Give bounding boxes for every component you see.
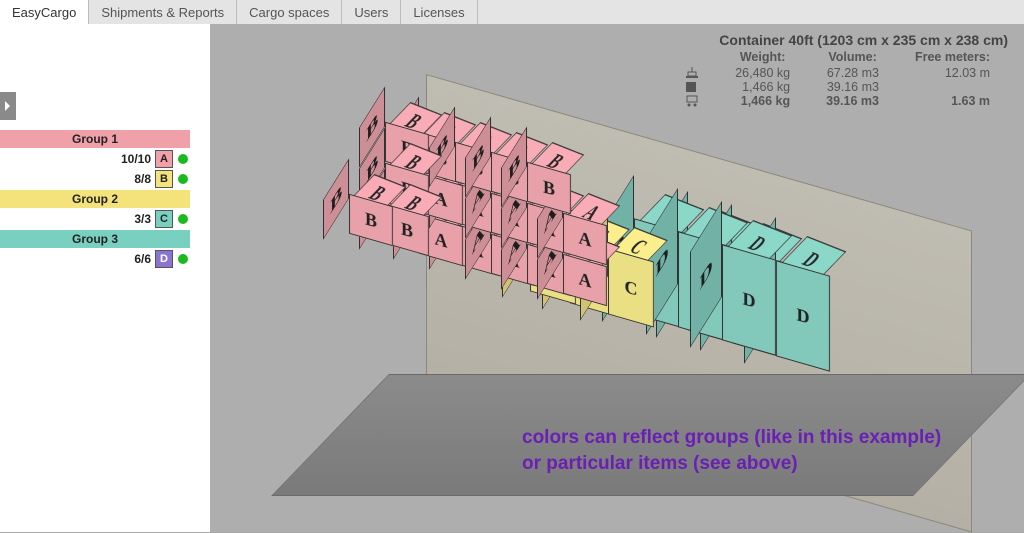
stats-header-volume: Volume: (808, 50, 897, 66)
cart-icon (681, 94, 717, 108)
group-header[interactable]: Group 1 (0, 130, 190, 148)
item-swatch: A (155, 150, 173, 168)
stats-row: 26,480 kg67.28 m312.03 m (681, 66, 1008, 80)
status-dot-icon (178, 214, 188, 224)
stat-volume: 39.16 m3 (808, 94, 897, 108)
stats-header-free: Free meters: (897, 50, 1008, 66)
item-swatch: B (155, 170, 173, 188)
item-swatch: C (155, 210, 173, 228)
block-icon (681, 80, 717, 94)
group-item-row[interactable]: 3/3 C (0, 210, 190, 228)
nav-licenses[interactable]: Licenses (401, 0, 477, 24)
top-nav: EasyCargo Shipments & Reports Cargo spac… (0, 0, 1024, 25)
item-count: 10/10 (121, 152, 151, 166)
chevron-right-icon (4, 100, 12, 112)
group-header[interactable]: Group 2 (0, 190, 190, 208)
group-item-row[interactable]: 10/10 A (0, 150, 190, 168)
stats-row: 1,466 kg39.16 m31.63 m (681, 94, 1008, 108)
stat-free (897, 80, 1008, 94)
stat-volume: 39.16 m3 (808, 80, 897, 94)
status-dot-icon (178, 154, 188, 164)
stats-row: 1,466 kg39.16 m3 (681, 80, 1008, 94)
stat-weight: 26,480 kg (717, 66, 808, 80)
group-header[interactable]: Group 3 (0, 230, 190, 248)
stat-free: 1.63 m (897, 94, 1008, 108)
item-swatch: D (155, 250, 173, 268)
stat-volume: 67.28 m3 (808, 66, 897, 80)
item-count: 8/8 (134, 172, 151, 186)
stats-header-weight: Weight: (717, 50, 808, 66)
viewport-3d[interactable]: DDDDDDDDDDDDDDDDDDCCCCCCCCCAAAAAAAAAAAAA… (210, 24, 1024, 532)
group-item-row[interactable]: 8/8 B (0, 170, 190, 188)
nav-cargo-spaces[interactable]: Cargo spaces (237, 0, 342, 24)
stat-free: 12.03 m (897, 66, 1008, 80)
group-item-row[interactable]: 6/6 D (0, 250, 190, 268)
nav-shipments[interactable]: Shipments & Reports (89, 0, 237, 24)
item-count: 3/3 (134, 212, 151, 226)
stat-weight: 1,466 kg (717, 94, 808, 108)
sidebar: Group 1 10/10 A 8/8 B Group 2 3/3 C Group 3 6/6 D (0, 24, 210, 532)
container-title: Container 40ft (1203 cm x 235 cm x 238 c… (681, 32, 1008, 48)
status-dot-icon (178, 254, 188, 264)
container-stats: Container 40ft (1203 cm x 235 cm x 238 c… (681, 32, 1008, 108)
stat-weight: 1,466 kg (717, 80, 808, 94)
item-count: 6/6 (134, 252, 151, 266)
expand-handle[interactable] (0, 92, 16, 120)
nav-brand[interactable]: EasyCargo (0, 0, 89, 24)
nav-users[interactable]: Users (342, 0, 401, 24)
caption-text: colors can reflect groups (like in this … (522, 425, 941, 478)
status-dot-icon (178, 174, 188, 184)
group-list: Group 1 10/10 A 8/8 B Group 2 3/3 C Group 3 6/6 D (0, 128, 190, 268)
scale-icon (681, 66, 717, 80)
stats-table: Weight: Volume: Free meters: 26,480 kg67… (681, 50, 1008, 108)
